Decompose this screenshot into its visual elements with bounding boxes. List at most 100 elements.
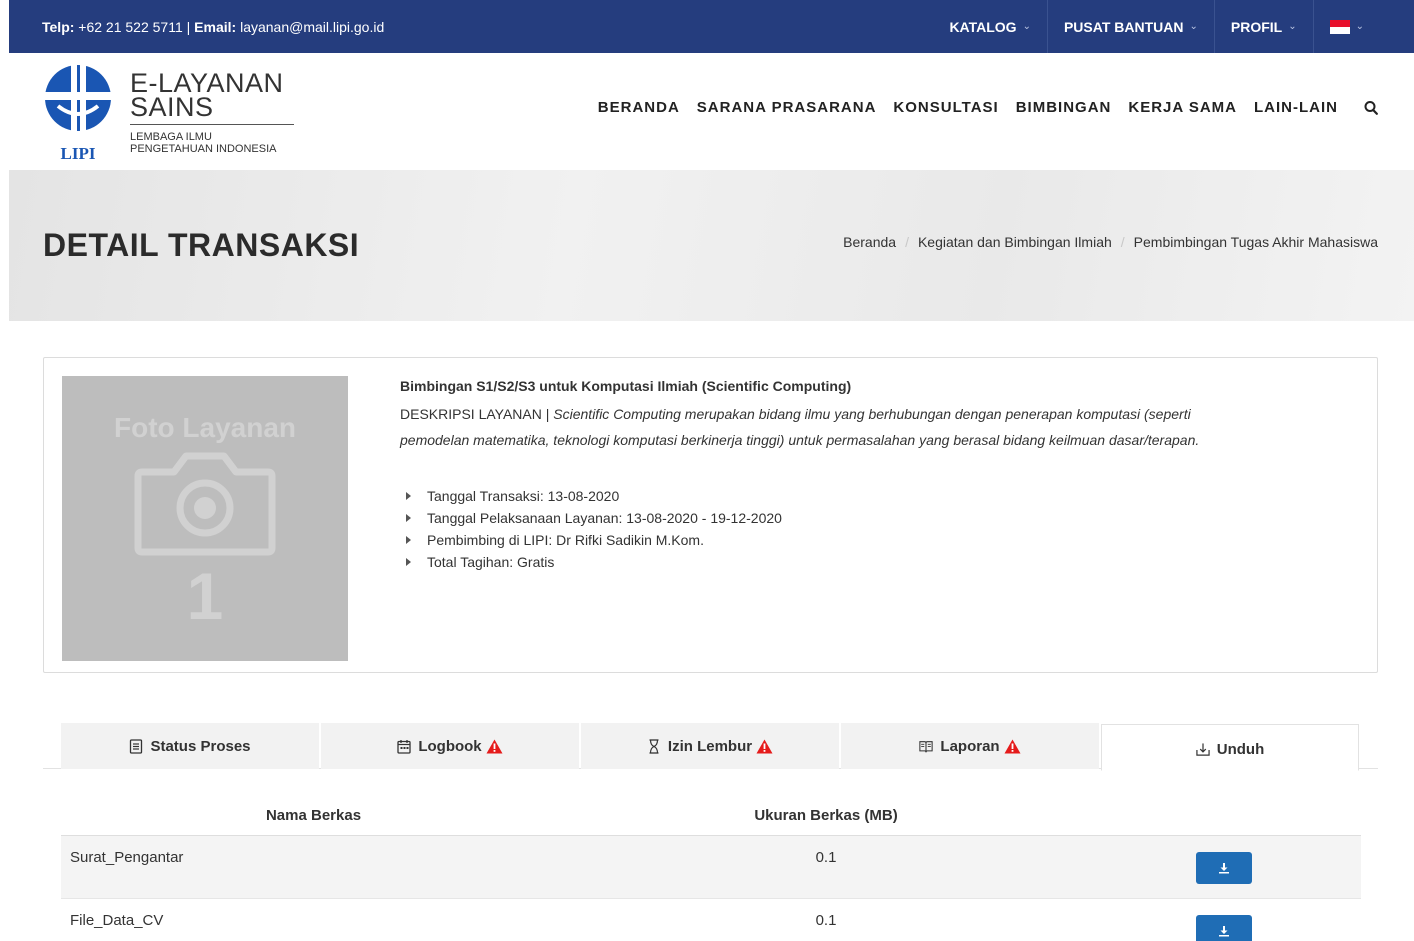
tab-status-proses-label: Status Proses xyxy=(150,737,251,755)
breadcrumb-beranda[interactable]: Beranda xyxy=(843,234,896,250)
breadcrumb-separator: / xyxy=(1120,234,1125,250)
download-icon xyxy=(1219,926,1229,937)
tab-izin-lembur-label: Izin Lembur xyxy=(667,737,753,755)
detail-total-tagihan: Total Tagihan: Gratis xyxy=(427,554,555,570)
nav-beranda[interactable]: BERANDA xyxy=(598,99,680,116)
logo-subtitle-line1: LEMBAGA ILMU xyxy=(130,131,212,143)
bullet-triangle-icon xyxy=(406,558,411,566)
service-info: Bimbingan S1/S2/S3 untuk Komputasi Ilmia… xyxy=(400,378,1360,573)
files-table: Nama Berkas Ukuran Berkas (MB) Surat_Pen… xyxy=(61,795,1361,941)
tab-logbook-label: Logbook xyxy=(418,737,482,755)
file-name: Surat_Pengantar xyxy=(70,849,184,866)
tab-laporan-label: Laporan xyxy=(940,737,1000,755)
photo-number: 1 xyxy=(186,559,224,633)
description-label: DESKRIPSI LAYANAN | xyxy=(400,406,550,422)
breadcrumb-pembimbingan: Pembimbingan Tugas Akhir Mahasiswa xyxy=(1133,234,1378,250)
lipi-logo-icon: LIPI xyxy=(44,64,112,162)
service-card: Foto Layanan 1 Bimbingan S1/S2/S3 untuk … xyxy=(43,357,1378,673)
download-icon xyxy=(1219,863,1229,874)
email-label: Email: xyxy=(194,18,237,35)
detail-tanggal-transaksi: Tanggal Transaksi: 13-08-2020 xyxy=(427,488,620,504)
bullet-triangle-icon xyxy=(406,536,411,544)
contact-info: Telp: +62 21 522 5711 | Email: layanan@m… xyxy=(42,19,384,35)
table-row: File_Data_CV 0.1 xyxy=(61,899,1361,941)
tab-status-proses[interactable]: Status Proses xyxy=(61,723,319,769)
breadcrumb-separator: / xyxy=(905,234,909,250)
photo-label: Foto Layanan xyxy=(113,412,296,443)
file-size: 0.1 xyxy=(815,849,837,866)
language-selector[interactable]: ⌄ xyxy=(1312,0,1414,53)
download-tray-icon xyxy=(1196,743,1210,756)
document-icon xyxy=(130,738,143,754)
page-title: DETAIL TRANSAKSI xyxy=(43,227,360,263)
service-photo-placeholder: Foto Layanan 1 xyxy=(62,376,348,661)
detail-item: Total Tagihan: Gratis xyxy=(400,551,1360,573)
menu-pusat-bantuan[interactable]: PUSAT BANTUAN ⌄ xyxy=(1046,0,1214,53)
warning-icon xyxy=(1004,739,1021,753)
detail-item: Pembimbing di LIPI: Dr Rifki Sadikin M.K… xyxy=(400,529,1360,551)
transaction-tabs: Status Proses Logbook Izin Lembur Lapora… xyxy=(61,723,1361,771)
phone-label: Telp: xyxy=(42,18,75,35)
chevron-down-icon: ⌄ xyxy=(1355,21,1364,32)
service-description: DESKRIPSI LAYANAN | Scientific Computing… xyxy=(400,401,1360,453)
breadcrumb: Beranda / Kegiatan dan Bimbingan Ilmiah … xyxy=(843,234,1378,250)
top-menus: KATALOG ⌄ PUSAT BANTUAN ⌄ PROFIL ⌄ ⌄ xyxy=(933,0,1414,53)
email-address: layanan@mail.lipi.go.id xyxy=(240,18,385,35)
tab-unduh[interactable]: Unduh xyxy=(1101,724,1359,771)
logo-title-line2: SAINS xyxy=(130,92,214,122)
camera-icon xyxy=(134,452,276,556)
phone-number: +62 21 522 5711 xyxy=(78,18,183,35)
service-details: Tanggal Transaksi: 13-08-2020 Tanggal Pe… xyxy=(400,485,1360,573)
description-line2: pemodelan matematika, teknologi komputas… xyxy=(400,432,1200,448)
site-logo[interactable]: LIPI E-LAYANAN SAINS LEMBAGA ILMU PENGET… xyxy=(44,64,304,162)
contact-separator: | xyxy=(186,18,191,35)
file-name: File_Data_CV xyxy=(70,912,164,929)
detail-item: Tanggal Pelaksanaan Layanan: 13-08-2020 … xyxy=(400,507,1360,529)
chevron-down-icon: ⌄ xyxy=(1022,21,1031,32)
nav-kerja-sama[interactable]: KERJA SAMA xyxy=(1128,99,1237,116)
menu-profil[interactable]: PROFIL ⌄ xyxy=(1213,0,1313,53)
file-size: 0.1 xyxy=(815,912,837,929)
hourglass-icon xyxy=(649,738,659,754)
indonesia-flag-icon xyxy=(1329,19,1350,34)
menu-katalog-label: KATALOG xyxy=(949,18,1017,35)
chevron-down-icon: ⌄ xyxy=(1288,21,1297,32)
search-icon[interactable] xyxy=(1364,100,1378,116)
top-bar: Telp: +62 21 522 5711 | Email: layanan@m… xyxy=(9,0,1414,53)
tab-laporan[interactable]: Laporan xyxy=(841,723,1099,769)
page-title-band: DETAIL TRANSAKSI Beranda / Kegiatan dan … xyxy=(9,170,1414,321)
nav-lain-lain[interactable]: LAIN-LAIN xyxy=(1254,99,1338,116)
nav-konsultasi[interactable]: KONSULTASI xyxy=(893,99,998,116)
column-header-ukuran-berkas: Ukuran Berkas (MB) xyxy=(754,806,898,824)
service-title: Bimbingan S1/S2/S3 untuk Komputasi Ilmia… xyxy=(400,378,852,394)
bullet-triangle-icon xyxy=(406,514,411,522)
nav-bimbingan[interactable]: BIMBINGAN xyxy=(1016,99,1112,116)
tab-izin-lembur[interactable]: Izin Lembur xyxy=(581,723,839,769)
tab-logbook[interactable]: Logbook xyxy=(321,723,579,769)
main-nav: BERANDA SARANA PRASARANA KONSULTASI BIMB… xyxy=(581,99,1378,116)
download-button[interactable] xyxy=(1196,852,1252,884)
menu-profil-label: PROFIL xyxy=(1230,18,1283,35)
table-row: Surat_Pengantar 0.1 xyxy=(61,836,1361,899)
table-header: Nama Berkas Ukuran Berkas (MB) xyxy=(61,795,1361,836)
detail-tanggal-pelaksanaan: Tanggal Pelaksanaan Layanan: 13-08-2020 … xyxy=(427,510,782,526)
logo-mark-text: LIPI xyxy=(61,144,96,162)
logo-divider xyxy=(130,124,294,125)
calendar-icon xyxy=(397,739,411,754)
menu-pusat-bantuan-label: PUSAT BANTUAN xyxy=(1063,18,1184,35)
menu-katalog[interactable]: KATALOG ⌄ xyxy=(933,0,1047,53)
bullet-triangle-icon xyxy=(406,492,411,500)
book-icon xyxy=(919,740,934,752)
detail-item: Tanggal Transaksi: 13-08-2020 xyxy=(400,485,1360,507)
nav-sarana-prasarana[interactable]: SARANA PRASARANA xyxy=(697,99,877,116)
logo-subtitle-line2: PENGETAHUAN INDONESIA xyxy=(130,143,277,155)
breadcrumb-kegiatan[interactable]: Kegiatan dan Bimbingan Ilmiah xyxy=(918,234,1112,250)
description-line1: Scientific Computing merupakan bidang il… xyxy=(553,406,1191,422)
warning-icon xyxy=(486,739,503,753)
chevron-down-icon: ⌄ xyxy=(1189,21,1198,32)
download-button[interactable] xyxy=(1196,915,1252,941)
tab-unduh-label: Unduh xyxy=(1216,741,1265,758)
column-header-nama-berkas: Nama Berkas xyxy=(265,806,362,824)
warning-icon xyxy=(756,739,773,753)
detail-pembimbing: Pembimbing di LIPI: Dr Rifki Sadikin M.K… xyxy=(427,532,704,548)
